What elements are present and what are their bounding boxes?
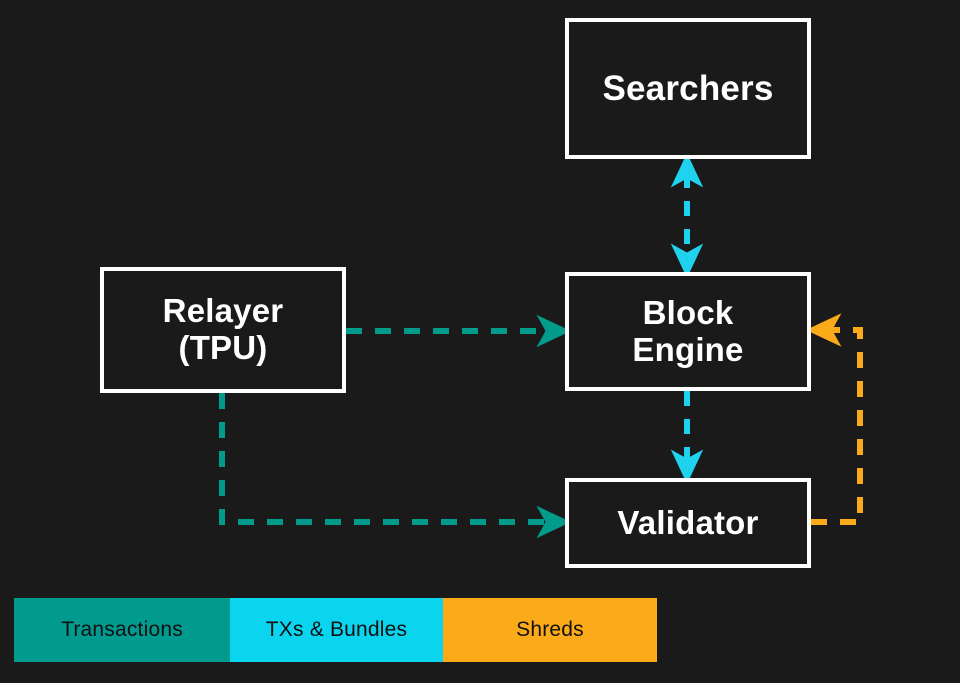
node-validator[interactable]: Validator [565, 478, 811, 568]
diagram-canvas: Searchers Block Engine Validator Relayer… [0, 0, 960, 683]
legend-item-transactions[interactable]: Transactions [14, 598, 230, 662]
node-relayer[interactable]: Relayer (TPU) [100, 267, 346, 393]
node-block-engine[interactable]: Block Engine [565, 272, 811, 391]
legend-label-transactions: Transactions [61, 618, 183, 641]
node-searchers[interactable]: Searchers [565, 18, 811, 159]
legend: Transactions TXs & Bundles Shreds [14, 598, 657, 662]
edge-validator-block-engine [805, 313, 863, 525]
edge-relayer-validator [219, 393, 571, 539]
legend-item-txs-bundles[interactable]: TXs & Bundles [230, 598, 443, 662]
legend-label-txs-bundles: TXs & Bundles [265, 618, 408, 641]
legend-label-shreds: Shreds [516, 618, 584, 641]
legend-item-shreds[interactable]: Shreds [443, 598, 657, 662]
